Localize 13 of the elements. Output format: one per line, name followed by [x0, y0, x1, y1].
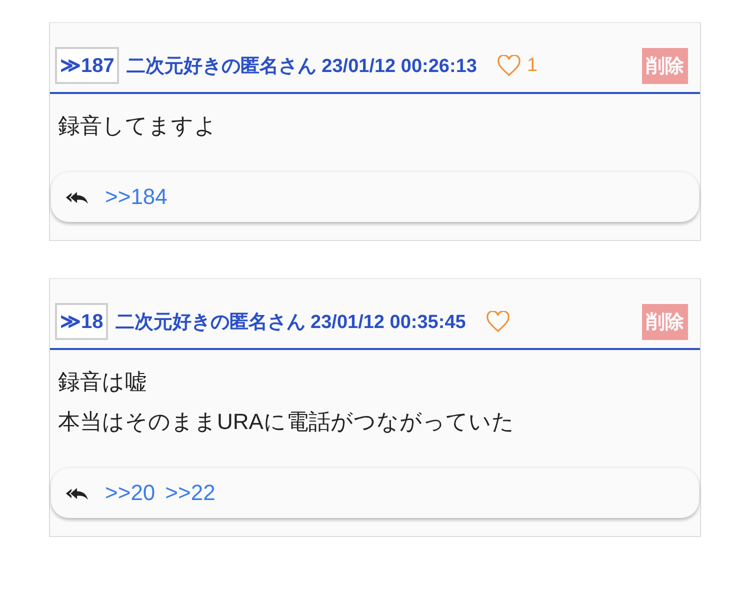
delete-button[interactable]: 削除 — [642, 304, 688, 340]
reply-link[interactable]: >>20 — [105, 480, 156, 506]
post-text: 本当はそのままURAに電話がつながっていた — [58, 408, 516, 436]
reply-link[interactable]: >>22 — [165, 480, 216, 506]
post-text: 録音してますよ — [58, 112, 218, 140]
like-count: 1 — [526, 54, 538, 76]
reply-link[interactable]: >>184 — [105, 184, 168, 210]
author-date: 二次元好きの匿名さん 23/01/12 00:26:13 — [126, 54, 477, 78]
post-number-link[interactable]: ≫187 — [55, 47, 120, 84]
author-date: 二次元好きの匿名さん 23/01/12 00:35:45 — [115, 310, 466, 334]
post-number-link[interactable]: ≫18 — [55, 303, 108, 340]
post-text: 録音は嘘 — [58, 368, 148, 396]
delete-button[interactable]: 削除 — [642, 48, 688, 84]
